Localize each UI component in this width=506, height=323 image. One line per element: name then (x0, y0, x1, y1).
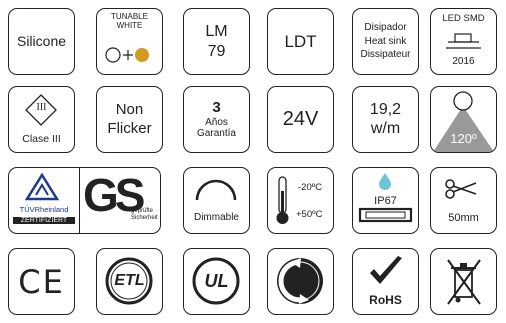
power-tile: 19,2 w/m (352, 86, 419, 153)
green-dot-recycle-icon (277, 258, 323, 304)
warranty-tile: 3 Años Garantía (183, 86, 250, 153)
dimmable-label: Dimmable (193, 212, 239, 223)
ul-mark: UL (204, 271, 229, 291)
dimmer-arc-icon (195, 179, 237, 201)
ip-rating-tile: IP67 (352, 167, 419, 234)
scissors-icon (445, 179, 477, 199)
flicker-line2: Flicker (107, 119, 152, 137)
lm79-tile: LM 79 (183, 8, 250, 75)
heat-sink-tile: Disipador Heat sink Dissipateur (352, 8, 419, 75)
temp-high-label: -20ºC (298, 182, 323, 193)
non-flicker-tile: Non Flicker (96, 86, 163, 153)
tunable-white-tile: TUNABLE WHITE (96, 8, 163, 75)
weee-tile (430, 248, 497, 315)
ce-tile: CE (8, 248, 75, 315)
temperature-tile: -20ºC +50ºC (267, 167, 334, 234)
silicone-label: Silicone (16, 33, 67, 50)
etl-tile: ETL (96, 248, 163, 315)
lm-line2: 79 (207, 42, 226, 60)
silicone-tile: Silicone (8, 8, 75, 75)
flicker-line1: Non (115, 100, 144, 118)
rohs-label: RoHS (369, 293, 402, 307)
beam-angle-label: 120º (450, 131, 477, 146)
ldt-tile: LDT (267, 8, 334, 75)
weee-bin-icon (447, 259, 481, 305)
power-value: 19,2 (369, 101, 402, 119)
class-iii-symbol: III (36, 102, 47, 113)
ul-tile: UL (183, 248, 250, 315)
rohs-tile: RoHS (352, 248, 419, 315)
cut-tile: 50mm (430, 167, 497, 234)
led-strip-icon (358, 207, 413, 223)
etl-mark: ETL (114, 272, 145, 289)
voltage-tile: 24V (267, 86, 334, 153)
dis-line1: Disipador (364, 22, 407, 34)
voltage-label: 24V (282, 108, 319, 130)
warranty-line2: Garantía (197, 127, 236, 139)
recycle-tile (267, 248, 334, 315)
class-iii-tile: III Clase III (8, 86, 75, 153)
tuv-zertifiziert: ZERTIFIZIERT (13, 217, 75, 224)
dis-line3: Dissipateur (360, 49, 411, 61)
rohs-check-icon (370, 256, 402, 284)
ce-mark: CE (18, 262, 65, 301)
dimmable-tile: Dimmable (183, 167, 250, 234)
lm-line1: LM (205, 23, 228, 41)
gs-line2: Sicherheit (131, 214, 158, 221)
cool-warm-icon (105, 47, 149, 63)
warranty-number: 3 (212, 99, 221, 117)
class-iii-label: Clase III (22, 133, 61, 145)
gs-line1: geprüfte (131, 208, 154, 214)
cut-length-label: 50mm (448, 212, 479, 224)
warranty-line1: Años (205, 116, 228, 128)
power-unit: w/m (370, 119, 401, 137)
thermometer-icon (276, 176, 289, 224)
certification-tile: TÜVRheinland ZERTIFIZIERT GS geprüfte Si… (8, 167, 161, 234)
water-drop-icon (379, 173, 391, 190)
smd-model: 2016 (452, 56, 475, 67)
ldt-label: LDT (284, 31, 317, 51)
tuv-text: TÜVRheinland (19, 205, 69, 214)
dis-line2: Heat sink (364, 35, 407, 47)
beam-angle-tile: 120º (430, 86, 497, 153)
led-smd-tile: LED SMD 2016 (430, 8, 497, 75)
temp-low-label: +50ºC (296, 209, 323, 220)
